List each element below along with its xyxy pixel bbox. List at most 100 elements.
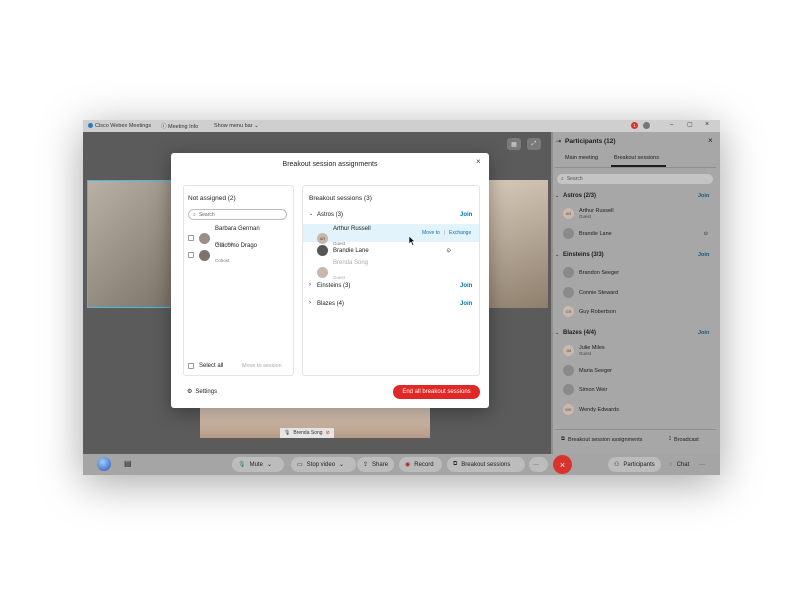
video-camera-icon: ▭ — [297, 462, 303, 468]
list-item[interactable]: Maria Seeger — [563, 363, 612, 378]
maximize-icon[interactable]: ▢ — [687, 121, 693, 128]
toolbar-overflow-button[interactable]: ··· — [696, 457, 714, 472]
separator: | — [444, 230, 446, 236]
captions-icon[interactable]: ▤ — [124, 459, 132, 468]
webex-logo-icon — [88, 123, 93, 128]
end-all-sessions-button[interactable]: End all breakout sessions — [393, 385, 480, 399]
settings-button[interactable]: ⚙ Settings — [187, 388, 217, 396]
stop-video-button[interactable]: ▭ Stop video ⌄ — [291, 457, 356, 472]
breakout-sessions-button[interactable]: ⧉ Breakout sessions — [447, 457, 525, 472]
group-einsteins[interactable]: Einsteins (3/3) — [563, 252, 604, 258]
collapse-panel-icon[interactable]: ⇥ — [556, 138, 561, 145]
avatar — [317, 245, 328, 256]
record-button[interactable]: ◉ Record — [399, 457, 442, 472]
avatar — [563, 365, 574, 376]
list-item[interactable]: GR Guy Robertson — [563, 304, 616, 319]
table-row[interactable]: AR Arthur Russell Guest Move to | Exchang… — [303, 224, 479, 246]
fullscreen-icon[interactable]: ⤢ — [527, 138, 541, 150]
leave-meeting-button[interactable]: × — [553, 455, 572, 474]
list-item[interactable]: Brandie Lane ⊙ — [563, 226, 708, 241]
list-item[interactable]: Connie Steward — [563, 285, 618, 300]
show-menu-bar-button[interactable]: Show menu bar ⌄ — [214, 123, 259, 129]
session-blazes[interactable]: Blazes (4) — [317, 301, 344, 307]
microphone-icon: 🎙 — [238, 462, 246, 468]
close-panel-icon[interactable]: × — [708, 136, 713, 145]
select-checkbox[interactable] — [188, 252, 194, 258]
not-assigned-column: Not assigned (2) ⌕ Search Barbara German… — [183, 185, 294, 376]
chevron-down-icon[interactable]: ⌄ — [555, 193, 559, 199]
list-item[interactable]: Giacomo Drago Cohost — [188, 243, 257, 267]
broadcast-button[interactable]: ⟟ Broadcast — [669, 436, 699, 443]
session-einsteins[interactable]: Einsteins (3) — [317, 283, 350, 289]
app-name: Cisco Webex Meetings — [95, 123, 152, 129]
chevron-down-icon: ⌄ — [339, 462, 345, 468]
select-checkbox[interactable] — [188, 363, 194, 369]
active-speaker-video[interactable] — [87, 180, 172, 308]
join-einsteins-button[interactable]: Join — [698, 252, 709, 258]
footer-divider — [555, 429, 716, 430]
webex-assistant-icon[interactable] — [97, 457, 111, 471]
avatar[interactable] — [643, 122, 650, 129]
host-badge-icon: ⊙ — [446, 247, 451, 254]
panel-divider[interactable] — [551, 132, 553, 454]
group-blazes[interactable]: Blazes (4/4) — [563, 330, 596, 336]
list-item[interactable]: JM Julie Miles Guest — [563, 343, 605, 358]
chevron-right-icon[interactable]: › — [309, 282, 311, 288]
list-item[interactable]: AR Arthur Russell Guest — [563, 206, 614, 221]
mute-button[interactable]: 🎙 Mute ⌄ — [232, 457, 284, 472]
chevron-down-icon[interactable]: ⌄ — [555, 330, 559, 336]
video-name-tag: 🎙 Brenda Song ⊘ — [280, 428, 334, 438]
join-blazes-button[interactable]: Join — [698, 330, 709, 336]
move-to-session-button[interactable]: Move to session — [242, 363, 282, 369]
not-assigned-search-input[interactable]: ⌕ Search — [188, 209, 287, 220]
list-item[interactable]: Simon Weir — [563, 382, 607, 397]
avatar: WE — [563, 404, 574, 415]
chevron-down-icon[interactable]: ⌄ — [555, 252, 559, 258]
session-astros[interactable]: Astros (3) — [317, 212, 343, 218]
panel-search-input[interactable]: ⌕ Search — [557, 174, 713, 184]
tab-breakout-sessions[interactable]: Breakout sessions — [614, 155, 659, 161]
participants-panel: ⇥ Participants (12) × Main meeting Break… — [551, 132, 720, 454]
exchange-button[interactable]: Exchange — [449, 230, 471, 236]
avatar — [563, 287, 574, 298]
share-button[interactable]: ⇪ Share — [357, 457, 394, 472]
chevron-right-icon[interactable]: › — [309, 300, 311, 306]
chat-button[interactable]: ◌ Chat — [663, 457, 695, 472]
notification-badge[interactable]: 1 — [631, 122, 638, 129]
avatar — [317, 266, 328, 278]
dialog-title: Breakout session assignments — [282, 161, 378, 168]
chevron-down-icon[interactable]: ⌄ — [309, 211, 313, 217]
more-options-button[interactable]: ··· — [529, 457, 548, 472]
chevron-down-icon: ⌄ — [266, 462, 272, 468]
participant-video[interactable] — [488, 180, 548, 308]
tab-main-meeting[interactable]: Main meeting — [565, 155, 598, 161]
join-astros-button[interactable]: Join — [698, 193, 709, 199]
host-badge-icon: ⊙ — [703, 230, 708, 237]
list-item[interactable]: Brandon Seeger — [563, 265, 619, 280]
group-astros[interactable]: Astros (2/3) — [563, 193, 596, 199]
avatar: AR — [563, 208, 574, 219]
move-to-button[interactable]: Move to — [422, 230, 440, 236]
layout-grid-icon[interactable]: ▦ — [507, 138, 521, 150]
join-blazes-button[interactable]: Join — [460, 301, 472, 307]
assign-icon: ⧉ — [561, 436, 565, 442]
avatar: JM — [563, 345, 574, 356]
minimize-icon[interactable]: – — [670, 122, 673, 128]
meeting-info-button[interactable]: ⓘ Meeting Info — [161, 122, 198, 130]
select-checkbox[interactable] — [188, 235, 194, 241]
close-icon: × — [559, 459, 566, 470]
close-icon[interactable]: × — [476, 157, 481, 166]
list-item[interactable]: Brandie Lane ⊙ — [317, 245, 473, 256]
mic-icon: 🎙 — [284, 430, 291, 436]
join-astros-button[interactable]: Join — [460, 212, 472, 218]
list-item[interactable]: Brenda Song Guest — [317, 260, 368, 284]
select-all-checkbox[interactable]: Select all — [188, 363, 223, 369]
mouse-cursor-icon — [409, 236, 416, 246]
join-einsteins-button[interactable]: Join — [460, 283, 472, 289]
close-icon[interactable]: × — [705, 121, 709, 128]
breakout-sessions-title: Breakout sessions (3) — [309, 195, 372, 202]
list-item[interactable]: WE Wendy Edwards — [563, 402, 619, 417]
assignments-button[interactable]: ⧉ Breakout session assignments — [561, 436, 643, 443]
share-icon: ⇪ — [363, 462, 369, 468]
participants-button[interactable]: ⚇ Participants — [608, 457, 661, 472]
